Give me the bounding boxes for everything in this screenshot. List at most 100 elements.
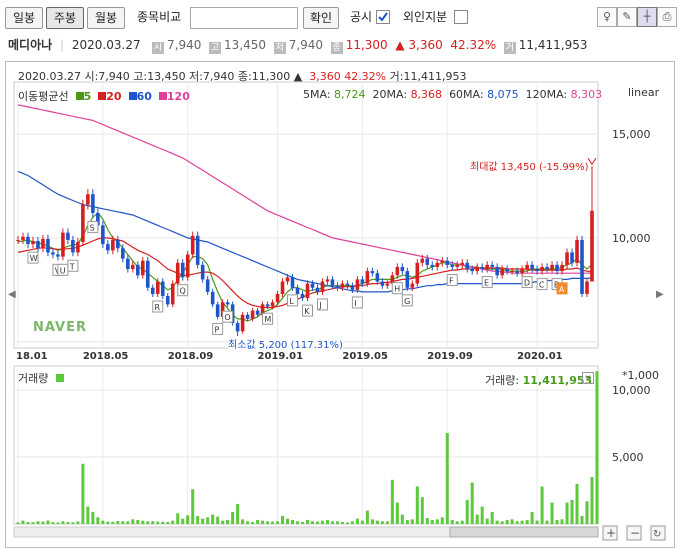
volume-bar <box>56 522 60 524</box>
ma120-legend: 120 <box>166 90 190 103</box>
ma20-value-label: 20MA: <box>372 88 408 101</box>
marker-label: S <box>90 224 95 233</box>
volume-bar <box>550 502 554 524</box>
volume-bar <box>276 521 280 524</box>
candle-body <box>495 266 499 276</box>
candle-body <box>235 323 240 332</box>
candle-body <box>175 262 180 284</box>
volume-bar <box>515 521 519 524</box>
volume-bar <box>181 518 185 524</box>
volume-bar <box>191 489 195 524</box>
candle-body <box>520 269 524 274</box>
volume-bar <box>540 486 544 524</box>
candle-body <box>56 254 60 257</box>
candle-body <box>340 283 345 288</box>
volume-bar <box>310 521 314 524</box>
marker-label: O <box>224 313 230 322</box>
volume-bar <box>171 520 175 524</box>
volume-bar <box>16 522 20 524</box>
volume-readout: 거래량: 11,411,953 <box>485 372 592 388</box>
volume-bar <box>151 521 155 524</box>
volume-bar <box>271 521 275 524</box>
volume-bar <box>156 521 160 524</box>
marker-label: R <box>155 303 161 312</box>
volume-bar <box>51 522 55 524</box>
candle-body <box>555 264 559 272</box>
candle-body <box>530 264 534 270</box>
candle-body <box>375 273 380 282</box>
candle-body <box>300 293 305 299</box>
volume-close-icon[interactable]: × <box>582 372 594 384</box>
candle-body <box>26 236 30 245</box>
candle-body <box>51 252 55 255</box>
volume-bar <box>445 432 449 524</box>
candle-body <box>126 258 130 270</box>
volume-bar <box>545 520 549 524</box>
volume-bar <box>365 510 369 524</box>
marker-label: A <box>559 285 565 294</box>
candle-body <box>415 262 420 284</box>
volume-bar <box>485 518 489 524</box>
candle-body <box>155 281 160 294</box>
candle-body <box>205 279 210 292</box>
candle-body <box>61 232 65 257</box>
candle-body <box>165 296 170 305</box>
candle-body <box>370 271 375 274</box>
candle-body <box>465 262 470 270</box>
marker-label: L <box>289 297 294 306</box>
volume-bar <box>136 519 140 524</box>
scrollbar-thumb[interactable] <box>449 526 599 538</box>
candle-body <box>430 264 435 267</box>
candle-body <box>480 266 484 270</box>
candle-body <box>585 281 589 294</box>
volume-bar <box>146 521 150 524</box>
volume-bar <box>480 506 484 524</box>
x-tick-label: 2019.01 <box>258 351 304 362</box>
scale-label[interactable]: linear <box>628 86 659 99</box>
candle-body <box>575 239 579 263</box>
candle-body <box>285 277 290 282</box>
volume-bar <box>425 517 429 524</box>
volume-bar <box>76 521 80 524</box>
volume-bar <box>585 501 589 524</box>
volume-bar <box>176 513 180 524</box>
volume-bar <box>41 521 45 524</box>
naver-watermark: NAVER <box>33 320 88 335</box>
candle-body <box>280 281 285 294</box>
volume-bar <box>31 522 35 524</box>
candle-body <box>515 271 519 274</box>
candle-body <box>570 252 574 263</box>
candle-body <box>450 264 455 267</box>
volume-bar <box>131 519 135 524</box>
candle-body <box>500 269 504 276</box>
volume-bar <box>141 520 145 524</box>
candle-body <box>540 266 544 272</box>
scroll-left-icon[interactable]: ◀ <box>8 289 16 300</box>
volume-bar <box>375 520 379 524</box>
marker-label: J <box>318 301 321 310</box>
candle-body <box>270 302 275 307</box>
candle-body <box>170 283 175 305</box>
candle-body <box>445 260 450 265</box>
candle-body <box>405 271 410 288</box>
volume-bar <box>256 519 260 524</box>
marker-label: P <box>214 325 219 334</box>
marker-label: K <box>304 307 310 316</box>
volume-bar <box>211 514 215 524</box>
ma120-value: 8,303 <box>570 88 603 101</box>
marker-label: Q <box>180 287 186 296</box>
marker-label: W <box>30 254 38 263</box>
candle-body <box>320 281 325 292</box>
candle-body <box>135 264 140 276</box>
candle-body <box>330 279 335 286</box>
volume-y-tick-label: 10,000 <box>612 384 651 397</box>
volume-bar <box>106 521 110 524</box>
candle-body <box>210 291 215 305</box>
x-tick-label: 18.01 <box>16 351 48 362</box>
candle-body <box>400 266 405 272</box>
scroll-right-icon[interactable]: ▶ <box>656 289 664 300</box>
candle-body <box>360 279 365 284</box>
candle-body <box>420 258 425 263</box>
volume-bar <box>231 511 235 524</box>
volume-bar <box>465 499 469 524</box>
